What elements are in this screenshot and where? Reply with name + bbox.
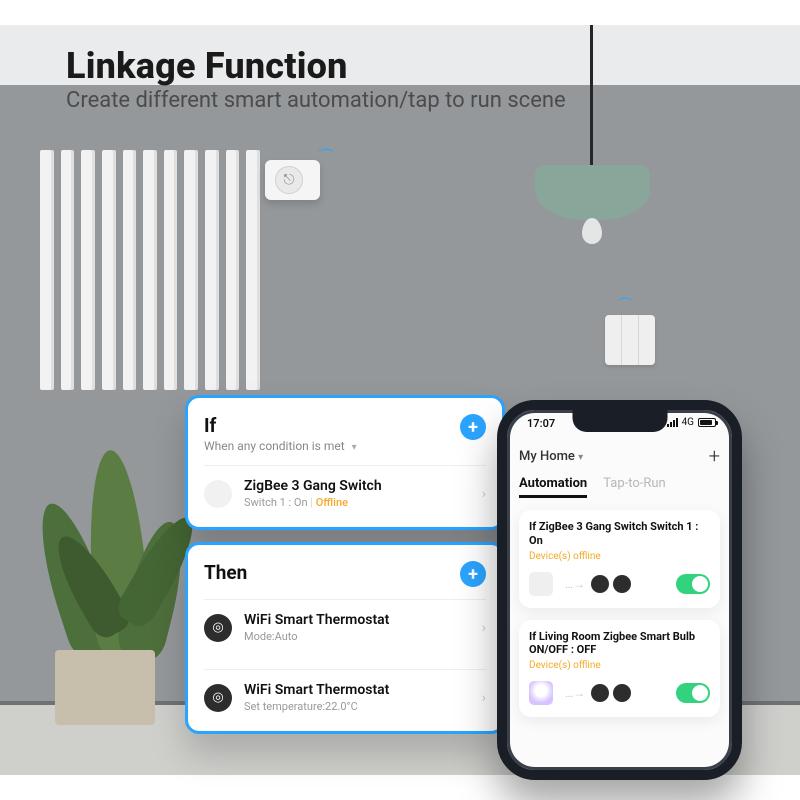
switch-device-icon xyxy=(529,572,553,596)
plant-pot xyxy=(55,650,155,725)
plant-decoration xyxy=(30,400,210,660)
thermostat-valve-device: ⎋ xyxy=(265,160,320,200)
automation-callout: If When any condition is met ▾ + ZigBee … xyxy=(185,395,505,746)
wifi-signal-icon: ⏜ xyxy=(618,298,631,314)
thermostat-device-icon: ◎ xyxy=(204,614,232,642)
bulb-device-icon xyxy=(529,681,553,705)
phone-mockup: 17:07 4G My Home ▾ + Automation Tap-to-R… xyxy=(497,400,742,780)
action-row[interactable]: ◎ WiFi Smart Thermostat Set temperature:… xyxy=(204,669,486,727)
automation-card[interactable]: If ZigBee 3 Gang Switch Switch 1 : On De… xyxy=(519,510,720,608)
lamp-cord xyxy=(590,25,593,170)
signal-bars-icon xyxy=(667,418,678,427)
marketing-scene: Linkage Function Create different smart … xyxy=(0,0,800,800)
home-label: My Home xyxy=(519,449,575,464)
action-title: WiFi Smart Thermostat xyxy=(244,612,482,628)
arrow-right-icon: …→ xyxy=(565,686,585,700)
automation-toggle[interactable] xyxy=(676,574,710,594)
thermostat-device-icon xyxy=(613,575,631,593)
phone-notch xyxy=(572,410,667,432)
if-card: If When any condition is met ▾ + ZigBee … xyxy=(185,395,505,530)
automation-tabs: Automation Tap-to-Run xyxy=(519,476,720,498)
thermostat-device-icon: ◎ xyxy=(204,684,232,712)
then-card: Then + ◎ WiFi Smart Thermostat Mode:Auto… xyxy=(185,542,505,734)
valve-knob-icon: ⎋ xyxy=(275,166,303,194)
automation-card-title: If ZigBee 3 Gang Switch Switch 1 : On xyxy=(529,520,710,548)
if-title: If xyxy=(204,414,357,437)
automation-card-status: Device(s) offline xyxy=(529,660,710,671)
statusbar-time: 17:07 xyxy=(527,417,555,430)
thermostat-device-icon xyxy=(591,684,609,702)
then-title: Then xyxy=(204,561,247,584)
action-row[interactable]: ◎ WiFi Smart Thermostat Mode:Auto › xyxy=(204,599,486,657)
radiator xyxy=(40,150,260,390)
home-selector[interactable]: My Home ▾ xyxy=(519,449,583,464)
action-subtitle: Set temperature:22.0°C xyxy=(244,700,482,713)
network-label: 4G xyxy=(682,417,694,428)
letterbox-top xyxy=(0,0,800,25)
chevron-right-icon: › xyxy=(482,486,486,502)
action-subtitle: Mode:Auto xyxy=(244,630,482,643)
add-condition-button[interactable]: + xyxy=(460,414,486,440)
condition-subtitle: Switch 1 : On | Offline xyxy=(244,496,482,509)
thermostat-device-icon xyxy=(591,575,609,593)
condition-title: ZigBee 3 Gang Switch xyxy=(244,478,482,494)
chevron-down-icon: ▾ xyxy=(578,452,583,463)
thermostat-device-icon xyxy=(613,684,631,702)
automation-card-status: Device(s) offline xyxy=(529,551,710,562)
chevron-down-icon: ▾ xyxy=(352,442,357,453)
tab-tap-to-run[interactable]: Tap-to-Run xyxy=(603,476,666,498)
condition-row[interactable]: ZigBee 3 Gang Switch Switch 1 : On | Off… xyxy=(204,465,486,523)
tab-automation[interactable]: Automation xyxy=(519,476,587,498)
automation-card[interactable]: If Living Room Zigbee Smart Bulb ON/OFF … xyxy=(519,620,720,718)
add-action-button[interactable]: + xyxy=(460,561,486,587)
chevron-right-icon: › xyxy=(482,690,486,706)
lamp-shade xyxy=(535,165,650,220)
automation-toggle[interactable] xyxy=(676,683,710,703)
add-button[interactable]: + xyxy=(709,444,720,468)
lamp-bulb xyxy=(582,218,602,244)
action-title: WiFi Smart Thermostat xyxy=(244,682,482,698)
subheadline: Create different smart automation/tap to… xyxy=(66,88,566,113)
automation-card-title: If Living Room Zigbee Smart Bulb ON/OFF … xyxy=(529,630,710,658)
wifi-signal-icon: ⏜ xyxy=(318,148,333,168)
if-subtitle[interactable]: When any condition is met ▾ xyxy=(204,439,357,453)
wall-switch-device xyxy=(605,315,655,365)
arrow-right-icon: …→ xyxy=(565,577,585,591)
headline: Linkage Function xyxy=(66,45,348,87)
switch-device-icon xyxy=(204,480,232,508)
battery-icon xyxy=(698,418,716,427)
chevron-right-icon: › xyxy=(482,620,486,636)
if-subtitle-text: When any condition is met xyxy=(204,439,345,453)
